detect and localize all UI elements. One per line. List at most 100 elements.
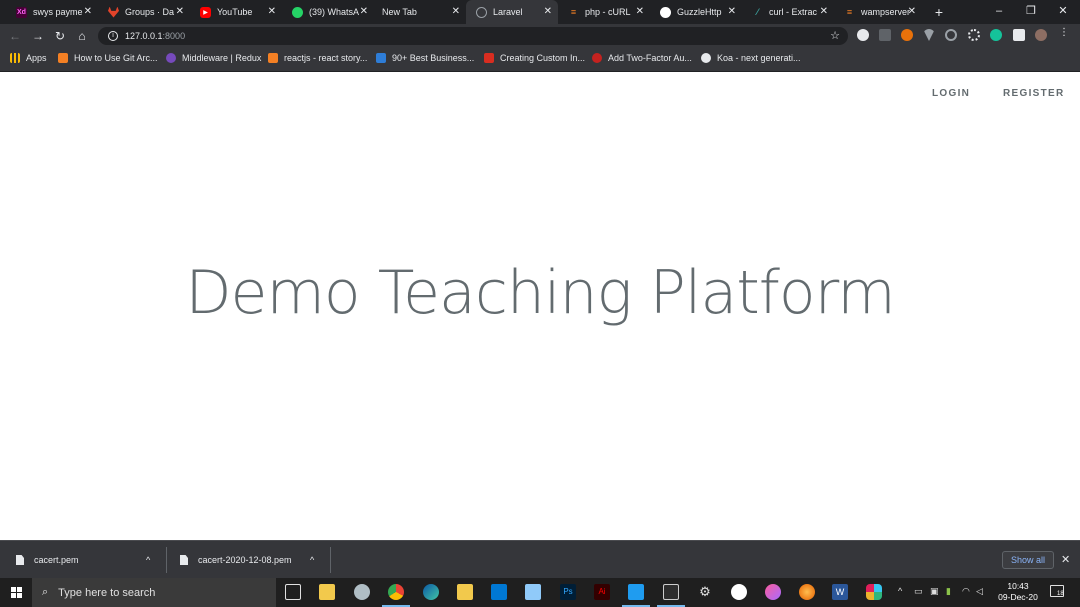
bookmark-koa[interactable]: Koa - next generati... — [701, 53, 801, 63]
tab-php-curl[interactable]: ≡ php - cURL ✕ — [558, 0, 650, 24]
tab-strip: Xd swys payme ✕ Groups · Da ✕ ▶ YouTube … — [0, 0, 1080, 24]
tab-guzzlehttp[interactable]: GuzzleHttp ✕ — [650, 0, 742, 24]
close-icon[interactable]: ✕ — [176, 6, 184, 17]
react-devtools-icon[interactable] — [968, 29, 980, 41]
mail-icon[interactable] — [491, 584, 507, 600]
close-icon[interactable]: ✕ — [820, 6, 828, 17]
forward-button[interactable]: → — [29, 27, 47, 45]
tab-gitlab-groups[interactable]: Groups · Da ✕ — [98, 0, 190, 24]
github-icon — [660, 6, 671, 18]
show-all-button[interactable]: Show all — [1002, 551, 1055, 569]
file-explorer-icon[interactable] — [457, 584, 473, 600]
home-button[interactable]: ⌂ — [73, 27, 91, 45]
extension-icon[interactable] — [945, 29, 957, 41]
volume-icon[interactable]: ◁ — [976, 586, 983, 597]
close-icon[interactable]: ✕ — [1061, 553, 1070, 566]
tab-wampserver[interactable]: ≡ wampserver ✕ — [834, 0, 922, 24]
battery-icon[interactable]: ▮ — [946, 586, 951, 597]
minimize-button[interactable]: – — [982, 0, 1016, 24]
bookmark-label: 90+ Best Business... — [392, 53, 475, 63]
app-icon[interactable] — [731, 584, 747, 600]
extension-icon[interactable] — [901, 29, 913, 41]
start-button[interactable] — [0, 578, 32, 607]
clock-date: 09-Dec-20 — [998, 592, 1038, 602]
app-icon[interactable] — [525, 584, 541, 600]
close-icon[interactable]: ✕ — [84, 6, 92, 17]
tab-laravel[interactable]: Laravel ✕ — [466, 0, 558, 24]
bookmark-creating-custom[interactable]: Creating Custom In... — [484, 53, 585, 63]
close-icon[interactable]: ✕ — [544, 6, 552, 17]
bookmark-git-archive[interactable]: How to Use Git Arc... — [58, 53, 158, 63]
firefox-icon[interactable] — [799, 584, 815, 600]
grammarly-icon[interactable] — [990, 29, 1002, 41]
login-link[interactable]: LOGIN — [932, 88, 970, 99]
itunes-icon[interactable] — [765, 584, 781, 600]
download-item[interactable]: cacert.pem ^ — [16, 541, 161, 579]
chevron-up-icon[interactable]: ^ — [898, 586, 902, 596]
bookmark-label: Koa - next generati... — [717, 53, 801, 63]
close-window-button[interactable]: ✕ — [1046, 0, 1080, 24]
url-port: :8000 — [162, 31, 186, 41]
reload-button[interactable]: ↻ — [51, 27, 69, 45]
close-icon[interactable]: ✕ — [268, 6, 276, 17]
store-icon[interactable] — [319, 584, 335, 600]
site-info-icon[interactable]: i — [108, 31, 118, 41]
notification-icon[interactable]: 18 — [1050, 585, 1064, 597]
display-icon[interactable]: ▣ — [930, 586, 939, 597]
tab-youtube[interactable]: ▶ YouTube ✕ — [190, 0, 282, 24]
close-icon[interactable]: ✕ — [728, 6, 736, 17]
new-tab-button[interactable]: + — [930, 3, 948, 21]
vscode-icon[interactable] — [628, 584, 644, 600]
slack-icon[interactable] — [866, 584, 882, 600]
file-icon — [16, 555, 24, 565]
app-icon[interactable] — [354, 584, 370, 600]
tab-swys-payment[interactable]: Xd swys payme ✕ — [6, 0, 98, 24]
task-view-icon[interactable] — [285, 584, 301, 600]
whatsapp-icon — [292, 6, 303, 18]
bookmark-redux-middleware[interactable]: Middleware | Redux — [166, 53, 261, 63]
tab-whatsapp[interactable]: (39) WhatsA ✕ — [282, 0, 374, 24]
bookmark-label: Apps — [26, 53, 47, 63]
close-icon[interactable]: ✕ — [452, 6, 460, 17]
download-bar: cacert.pem ^ cacert-2020-12-08.pem ^ Sho… — [0, 540, 1080, 578]
taskbar-search-input[interactable]: ⌕ Type here to search — [32, 578, 276, 607]
word-icon[interactable]: W — [832, 584, 848, 600]
terminal-icon[interactable] — [663, 584, 679, 600]
close-icon[interactable]: ✕ — [908, 6, 916, 17]
chrome-icon[interactable] — [388, 584, 404, 600]
bookmark-label: Middleware | Redux — [182, 53, 262, 63]
bookmark-two-factor[interactable]: Add Two-Factor Au... — [592, 53, 692, 63]
extension-icon[interactable] — [879, 29, 891, 41]
bookmark-star-icon[interactable]: ☆ — [830, 29, 840, 42]
register-link[interactable]: REGISTER — [1003, 88, 1065, 99]
menu-icon[interactable]: ⋮ — [1058, 27, 1070, 39]
wifi-icon[interactable]: ◠ — [962, 586, 970, 597]
acrobat-icon[interactable]: Ai — [594, 584, 610, 600]
close-icon[interactable]: ✕ — [360, 6, 368, 17]
divider — [330, 547, 331, 573]
avatar[interactable] — [1035, 29, 1047, 41]
tab-curl-extract[interactable]: ⁄ curl - Extrac ✕ — [742, 0, 834, 24]
system-clock[interactable]: 10:43 09-Dec-20 — [990, 581, 1046, 603]
chevron-up-icon[interactable]: ^ — [146, 555, 150, 565]
bookmark-apps[interactable]: Apps — [10, 53, 47, 63]
bookmark-best-business[interactable]: 90+ Best Business... — [376, 53, 474, 63]
close-icon[interactable]: ✕ — [636, 6, 644, 17]
windows-logo-icon — [11, 587, 22, 598]
network-icon[interactable]: ▭ — [914, 586, 923, 597]
edge-icon[interactable] — [423, 584, 439, 600]
restore-button[interactable]: ❐ — [1014, 0, 1048, 24]
address-bar[interactable]: i 127.0.0.1 :8000 ☆ — [98, 27, 848, 45]
extension-icon[interactable] — [857, 29, 869, 41]
back-button[interactable]: ← — [6, 27, 24, 45]
photoshop-icon[interactable]: Ps — [560, 584, 576, 600]
download-item[interactable]: cacert-2020-12-08.pem ^ — [180, 541, 325, 579]
gear-icon[interactable]: ⚙ — [697, 584, 713, 600]
tab-new-tab[interactable]: New Tab ✕ — [374, 0, 466, 24]
browser-toolbar: ← → ↻ ⌂ i 127.0.0.1 :8000 ☆ — [0, 24, 1080, 48]
puzzle-icon[interactable] — [1013, 29, 1025, 41]
bookmark-label: reactjs - react story... — [284, 53, 368, 63]
chevron-up-icon[interactable]: ^ — [310, 555, 314, 565]
url-host: 127.0.0.1 — [125, 31, 163, 41]
bookmark-react-story[interactable]: reactjs - react story... — [268, 53, 367, 63]
